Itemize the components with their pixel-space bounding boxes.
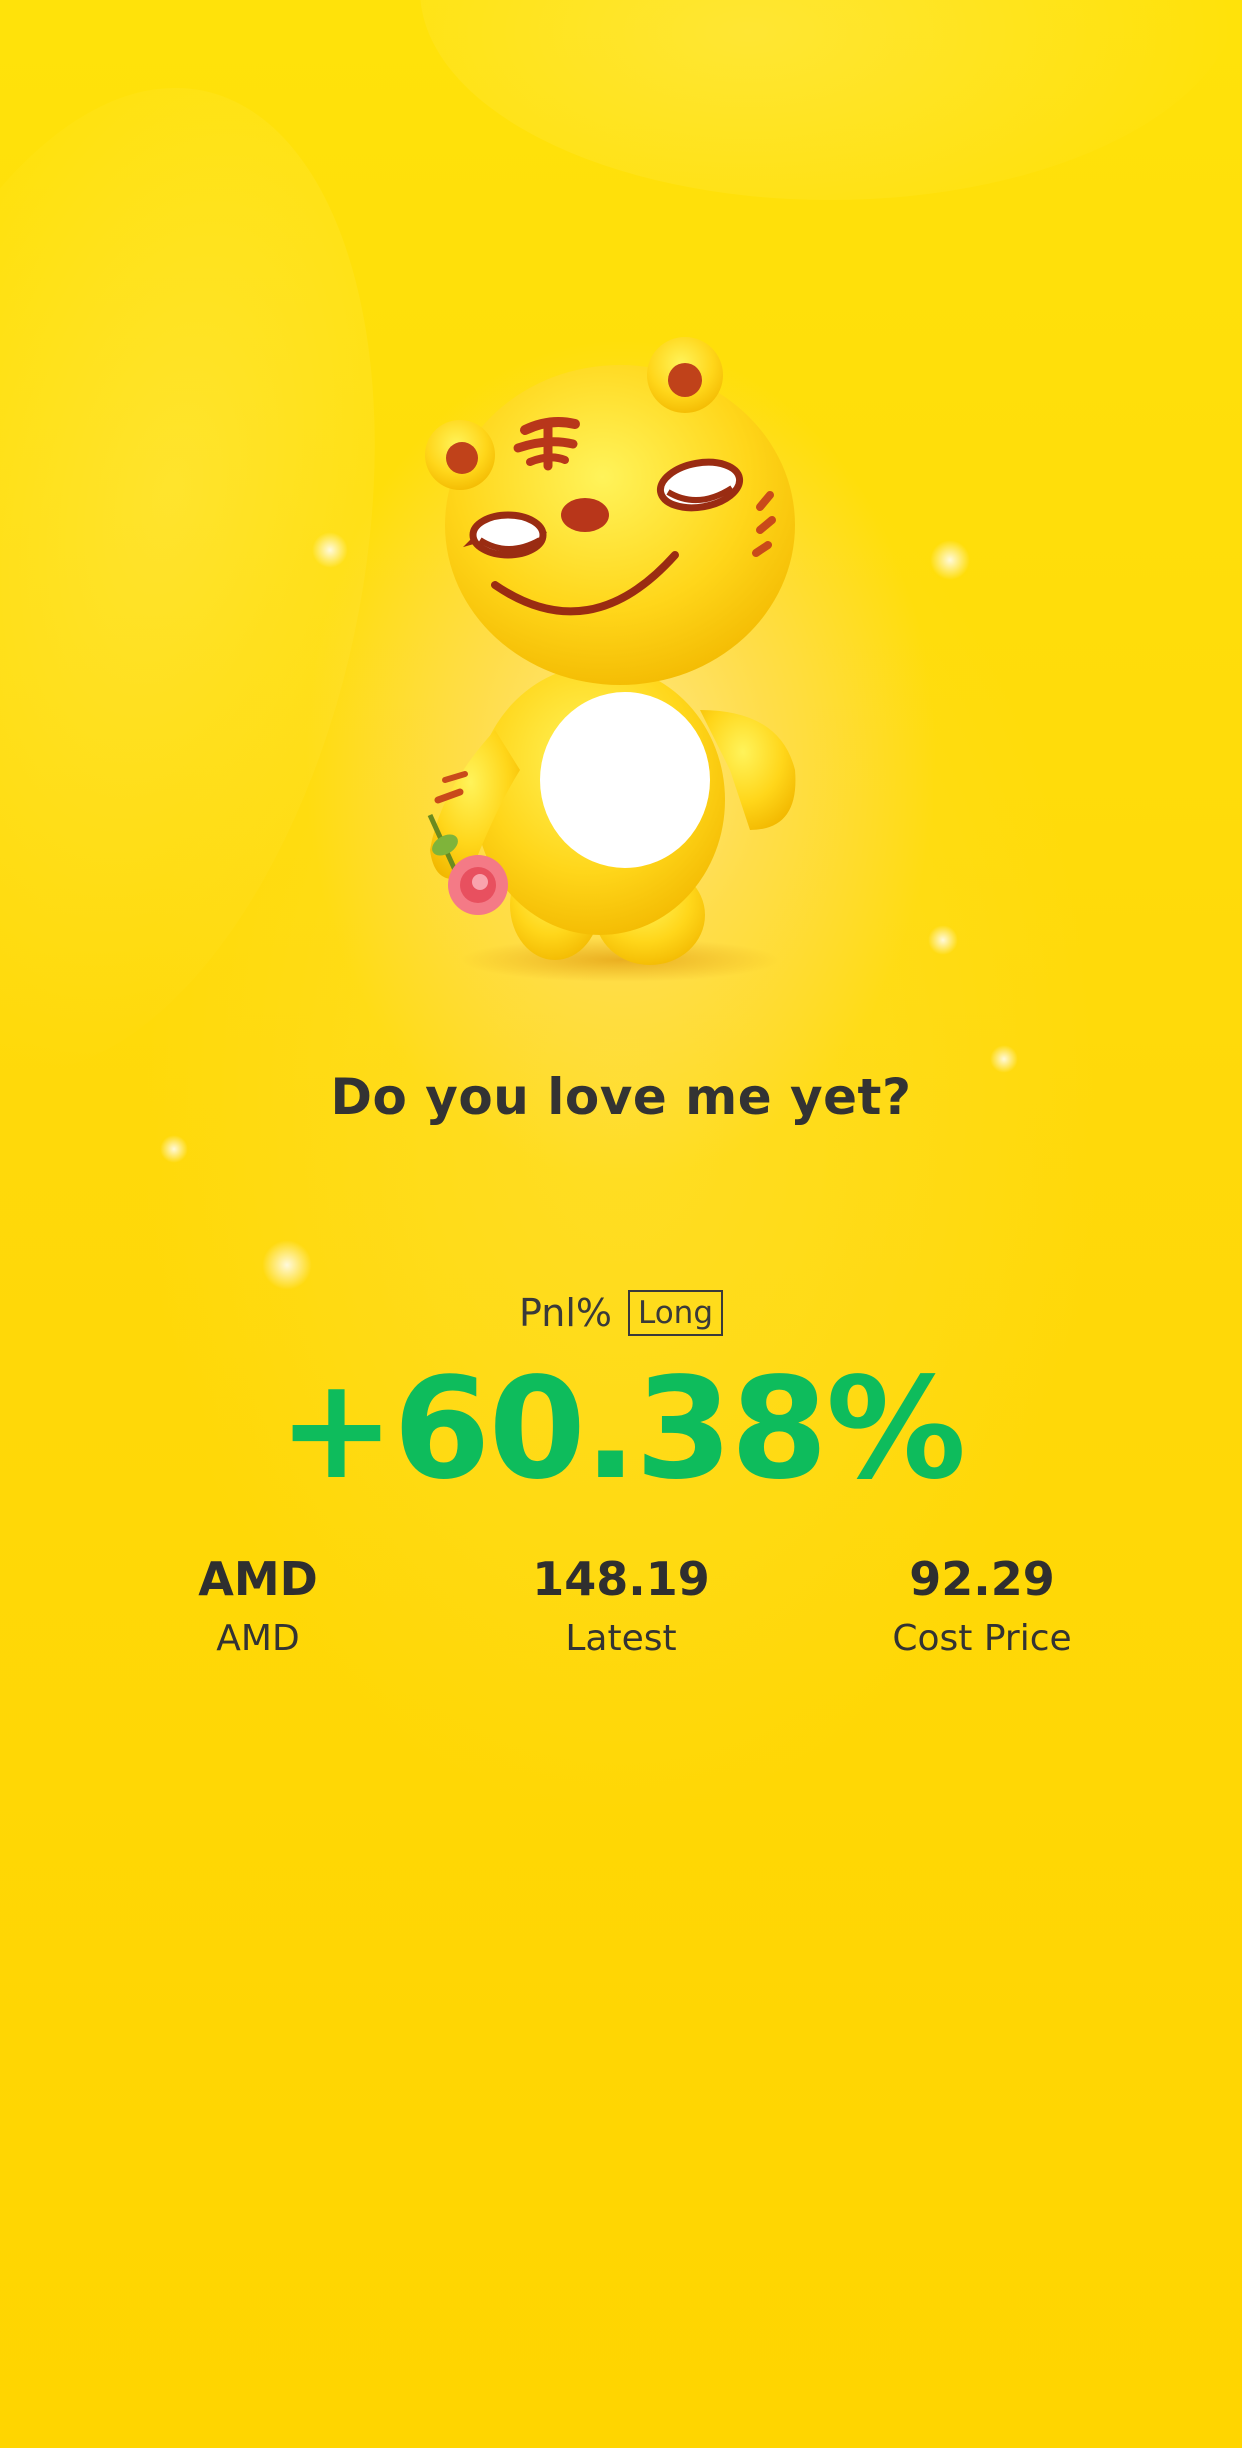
stat-label: Cost Price bbox=[892, 1618, 1072, 1660]
pnl-header: Pnl% Long bbox=[0, 1290, 1242, 1337]
stat-label: Latest bbox=[565, 1618, 677, 1660]
stat-value: AMD bbox=[198, 1552, 318, 1606]
stat-symbol: AMD AMD bbox=[108, 1552, 408, 1660]
position-direction-badge: Long bbox=[627, 1290, 724, 1337]
sparkle bbox=[930, 540, 970, 580]
pnl-percentage: +60.38% bbox=[277, 1348, 966, 1511]
sparkle bbox=[262, 1240, 312, 1290]
position-stats: AMD AMD 148.19 Latest 92.29 Cost Price bbox=[0, 1552, 1242, 1672]
stat-value: 92.29 bbox=[909, 1552, 1055, 1606]
sparkle bbox=[160, 1135, 188, 1163]
sparkle bbox=[312, 532, 348, 568]
stat-label: AMD bbox=[216, 1618, 300, 1660]
tagline: Do you love me yet? bbox=[330, 1068, 912, 1126]
stat-value: 148.19 bbox=[532, 1552, 710, 1606]
sparkle bbox=[928, 925, 958, 955]
pnl-label: Pnl% bbox=[518, 1291, 612, 1336]
stat-latest: 148.19 Latest bbox=[471, 1552, 771, 1660]
tiger-mascot-icon bbox=[400, 330, 840, 990]
stat-cost-price: 92.29 Cost Price bbox=[832, 1552, 1132, 1660]
